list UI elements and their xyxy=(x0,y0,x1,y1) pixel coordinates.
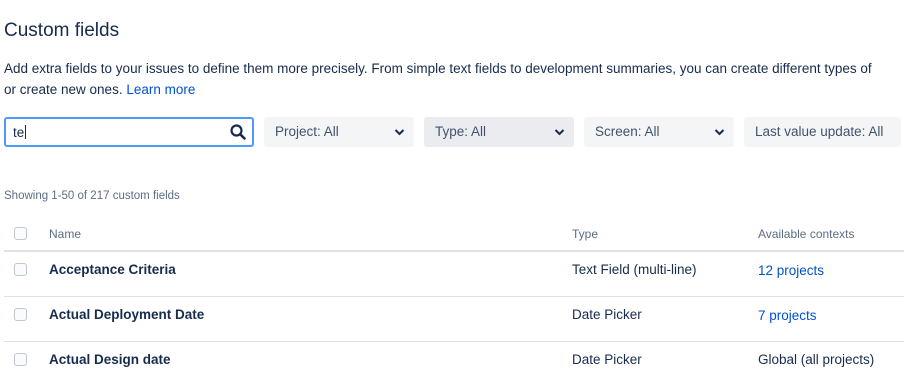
field-contexts-link[interactable]: 7 projects xyxy=(758,308,817,323)
field-name[interactable]: Actual Design date xyxy=(49,352,171,367)
field-contexts-link[interactable]: 12 projects xyxy=(758,263,824,278)
last-value-update-filter-label: Last value update: All xyxy=(755,124,884,139)
chevron-down-icon xyxy=(554,129,565,136)
search-input-value: te xyxy=(13,125,27,140)
row-checkbox[interactable] xyxy=(14,353,27,366)
field-type: Date Picker xyxy=(572,352,642,367)
row-checkbox[interactable] xyxy=(14,308,27,321)
column-header-name[interactable]: Name xyxy=(49,227,81,241)
field-name[interactable]: Actual Deployment Date xyxy=(49,307,204,322)
row-divider xyxy=(4,341,904,342)
chevron-down-icon xyxy=(394,129,405,136)
field-name[interactable]: Acceptance Criteria xyxy=(49,262,176,277)
screen-filter-label: Screen: All xyxy=(595,124,660,139)
row-checkbox[interactable] xyxy=(14,263,27,276)
learn-more-link[interactable]: Learn more xyxy=(126,82,195,97)
column-header-type[interactable]: Type xyxy=(572,227,598,241)
project-filter-dropdown[interactable]: Project: All xyxy=(264,117,414,147)
type-filter-dropdown[interactable]: Type: All xyxy=(424,117,574,147)
project-filter-label: Project: All xyxy=(275,124,339,139)
search-input[interactable]: te xyxy=(4,117,254,147)
page-description: Add extra fields to your issues to defin… xyxy=(4,58,904,100)
search-icon[interactable] xyxy=(229,123,247,141)
results-count: Showing 1-50 of 217 custom fields xyxy=(4,190,180,202)
select-all-checkbox[interactable] xyxy=(14,227,27,240)
last-value-update-filter-dropdown[interactable]: Last value update: All xyxy=(744,117,901,147)
column-header-contexts[interactable]: Available contexts xyxy=(758,227,855,241)
page-title: Custom fields xyxy=(4,20,120,41)
description-line-1: Add extra fields to your issues to defin… xyxy=(4,61,872,76)
table-header-divider xyxy=(4,250,904,252)
type-filter-label: Type: All xyxy=(435,124,487,139)
field-type: Date Picker xyxy=(572,307,642,322)
field-type: Text Field (multi-line) xyxy=(572,262,697,277)
chevron-down-icon xyxy=(714,129,725,136)
field-contexts: Global (all projects) xyxy=(758,352,875,367)
description-line-2: or create new ones. xyxy=(4,82,123,97)
screen-filter-dropdown[interactable]: Screen: All xyxy=(584,117,734,147)
custom-fields-page: Custom fields Add extra fields to your i… xyxy=(0,0,904,372)
row-divider xyxy=(4,296,904,297)
